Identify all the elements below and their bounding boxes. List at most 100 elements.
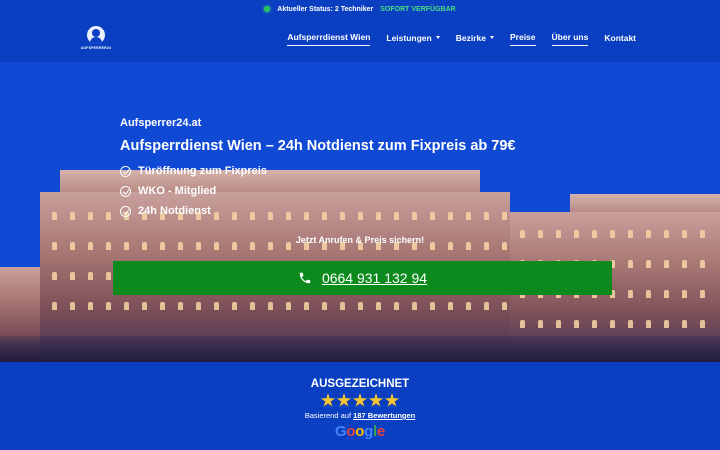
building-window [394, 302, 399, 310]
reviews-section: AUSGEZEICHNET Basierend auf 187 Bewertun… [0, 362, 720, 450]
building-window [646, 320, 651, 328]
google-letter: e [376, 423, 385, 440]
building-roof [570, 194, 720, 212]
nav-ueber-uns[interactable]: Über uns [551, 32, 589, 46]
building-window [646, 290, 651, 298]
nav-kontakt[interactable]: Kontakt [604, 32, 636, 46]
building-window [664, 320, 669, 328]
building-window [88, 302, 93, 310]
google-letter: g [364, 423, 374, 440]
call-button[interactable]: 0664 931 132 94 [113, 261, 612, 295]
rating-stars [0, 393, 720, 408]
building-window [214, 302, 219, 310]
building-window [88, 272, 93, 280]
status-bar: Aktueller Status: 2 Techniker SOFORT VER… [0, 0, 720, 18]
locksmith-logo-icon [87, 26, 105, 44]
building-window [232, 302, 237, 310]
feature-item: WKO - Mitglied [120, 185, 516, 197]
caret-down-icon [435, 36, 440, 39]
building-window [646, 260, 651, 268]
feature-label: 24h Notdienst [138, 205, 211, 217]
hero-text: Aufsperrer24.at Aufsperrdienst Wien – 24… [120, 117, 516, 225]
nav-label: Aufsperrdienst Wien [287, 32, 371, 42]
star-icon [336, 393, 352, 407]
check-circle-icon [120, 205, 131, 217]
building-window [664, 290, 669, 298]
building-window [70, 302, 75, 310]
status-label: Aktueller Status: 2 Techniker [277, 5, 374, 13]
building-window [142, 302, 147, 310]
building-window [628, 290, 633, 298]
nav-label: Über uns [551, 32, 589, 42]
building-window [700, 290, 705, 298]
building-window [286, 302, 291, 310]
phone-icon [299, 272, 311, 284]
nav-preise[interactable]: Preise [509, 32, 536, 46]
logo[interactable]: AUFSPERRER24 [80, 26, 112, 56]
building-window [430, 302, 435, 310]
phone-number: 0664 931 132 94 [321, 270, 428, 286]
building-window [70, 272, 75, 280]
hero-headline: Aufsperrdienst Wien – 24h Notdienst zum … [120, 138, 516, 154]
building-window [52, 212, 57, 220]
star-icon [368, 393, 384, 407]
building-window [556, 320, 561, 328]
caret-down-icon [489, 36, 494, 39]
building-window [502, 302, 507, 310]
building-window [448, 302, 453, 310]
building-window [304, 302, 309, 310]
star-icon [320, 393, 336, 407]
building-window [412, 302, 417, 310]
building-window [682, 320, 687, 328]
building-window [574, 320, 579, 328]
nav-aufsperrdienst-wien[interactable]: Aufsperrdienst Wien [287, 32, 371, 46]
building-window [628, 260, 633, 268]
feature-list: Türöffnung zum Fixpreis WKO - Mitglied 2… [120, 165, 516, 217]
reviews-count-link[interactable]: 187 Bewertungen [353, 411, 415, 420]
building-window [682, 290, 687, 298]
building-window [538, 320, 543, 328]
check-circle-icon [120, 165, 131, 177]
building-window [52, 302, 57, 310]
building-window [196, 302, 201, 310]
building-window [124, 302, 129, 310]
building-window [610, 320, 615, 328]
building-window [106, 302, 111, 310]
building-window [700, 320, 705, 328]
building-window [268, 302, 273, 310]
building-window [664, 260, 669, 268]
building-window [700, 260, 705, 268]
nav-bezirke[interactable]: Bezirke [456, 32, 494, 46]
star-icon [352, 393, 368, 407]
building-window [340, 302, 345, 310]
street [0, 336, 720, 362]
nav-label: Kontakt [604, 32, 636, 43]
google-logo: Google [0, 423, 720, 440]
building-window [70, 212, 75, 220]
reviews-title: AUSGEZEICHNET [310, 378, 410, 390]
nav-label: Leistungen [386, 32, 432, 43]
building-window [520, 320, 525, 328]
building-window [250, 302, 255, 310]
check-circle-icon [120, 185, 131, 197]
reviews-basis-prefix: Basierend auf [304, 411, 352, 420]
feature-label: WKO - Mitglied [138, 185, 217, 197]
nav-label: Preise [509, 32, 536, 42]
building-window [106, 272, 111, 280]
google-letter: o [355, 423, 365, 440]
building-window [160, 302, 165, 310]
cta-note: Jetzt Anrufen & Preis sichern! [295, 235, 425, 245]
main-nav: Aufsperrdienst Wien Leistungen Bezirke P… [287, 32, 636, 46]
status-dot-icon [264, 6, 271, 12]
building-window [592, 320, 597, 328]
building-window [52, 272, 57, 280]
google-letter: o [346, 423, 356, 440]
nav-leistungen[interactable]: Leistungen [386, 32, 440, 46]
building-window [106, 212, 111, 220]
hero-section: Aufsperrer24.at Aufsperrdienst Wien – 24… [0, 62, 720, 362]
feature-label: Türöffnung zum Fixpreis [138, 165, 267, 177]
feature-item: Türöffnung zum Fixpreis [120, 165, 516, 177]
building-window [88, 212, 93, 220]
reviews-basis: Basierend auf 187 Bewertungen [0, 411, 720, 420]
availability-label: SOFORT VERFÜGBAR [380, 5, 456, 13]
